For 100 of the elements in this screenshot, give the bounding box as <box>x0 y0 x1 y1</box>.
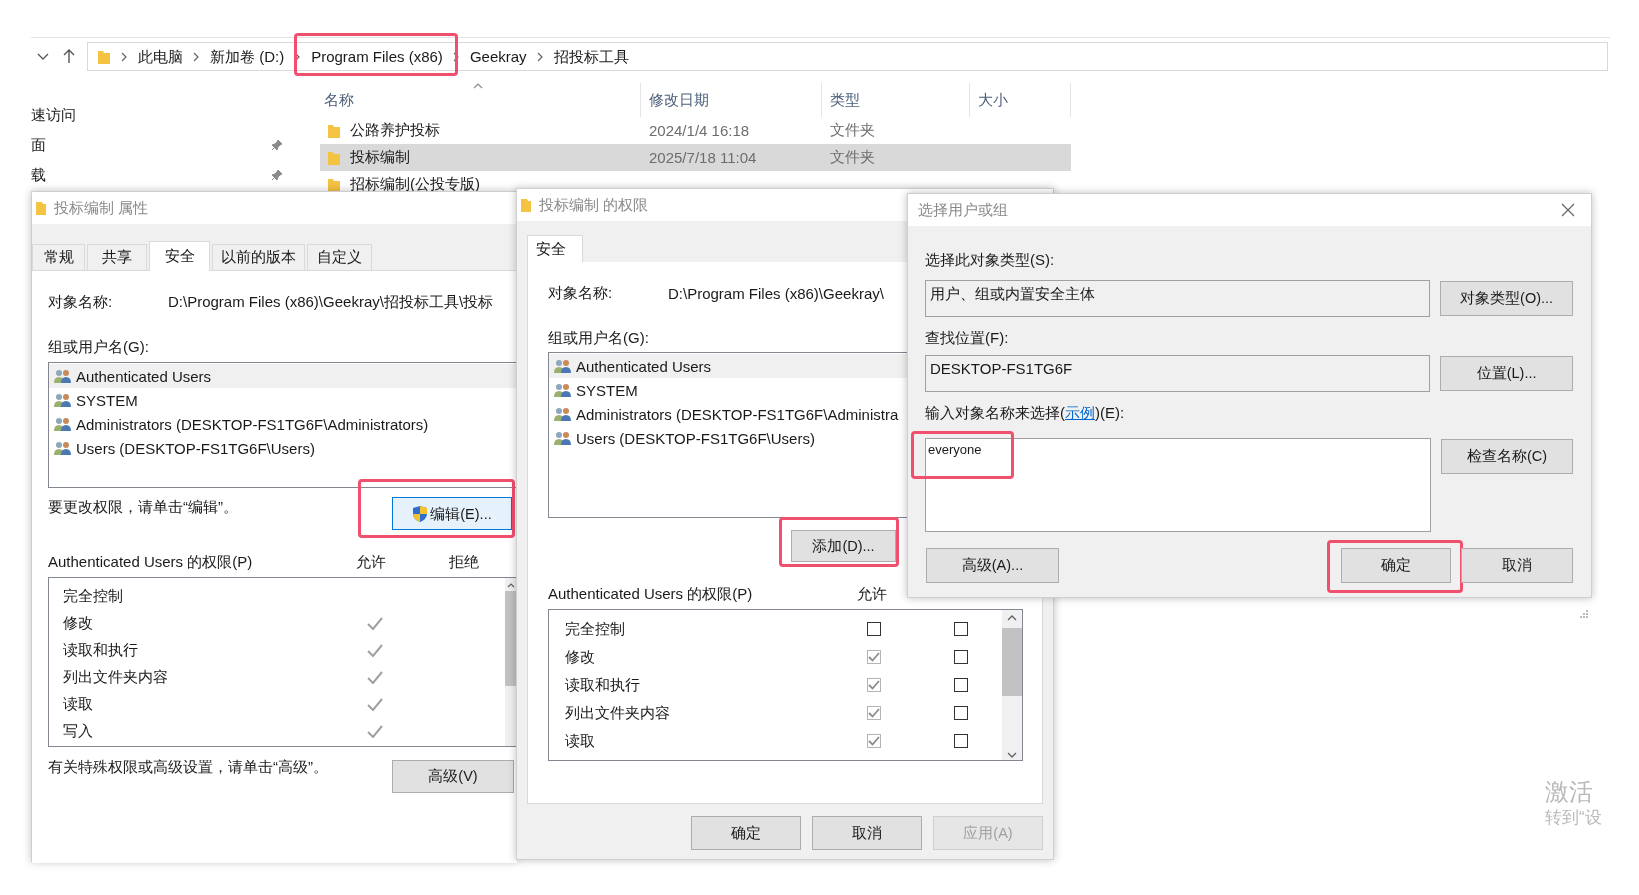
edit-button[interactable]: 编辑(E)... <box>392 497 512 530</box>
scroll-down-icon[interactable] <box>1007 752 1017 758</box>
checkbox[interactable] <box>954 678 968 692</box>
window-title: 投标编制 的权限 <box>539 195 649 215</box>
users-icon <box>54 368 72 384</box>
advanced-button[interactable]: 高级(A)... <box>926 548 1059 583</box>
scrollbar[interactable] <box>1002 610 1022 760</box>
folder-icon <box>521 197 531 213</box>
permission-name: 读取和执行 <box>565 675 641 695</box>
field-label: 对象名称: <box>548 283 614 303</box>
tab[interactable]: 共享 <box>87 244 147 270</box>
breadcrumb-item[interactable]: 此电脑 <box>138 46 183 67</box>
file-row[interactable]: 投标编制 2025/7/18 11:04 文件夹 <box>320 144 1071 171</box>
section-label: Authenticated Users 的权限(P) <box>48 552 254 572</box>
object-path: D:\Program Files (x86)\Geekray\ <box>668 284 884 302</box>
hint-text: 有关特殊权限或高级设置，请单击“高级”。 <box>48 758 328 777</box>
file-row[interactable]: 公路养护投标 2024/1/4 16:18 文件夹 <box>320 117 1071 144</box>
column-header[interactable]: 名称 <box>324 90 354 110</box>
tab[interactable]: 安全 <box>527 235 583 262</box>
scroll-up-icon[interactable] <box>507 583 515 588</box>
group-item[interactable]: SYSTEM <box>49 388 517 412</box>
tab[interactable]: 安全 <box>149 241 210 271</box>
location-button[interactable]: 位置(L)... <box>1440 356 1573 391</box>
permission-name: 读取 <box>63 695 94 714</box>
group-item[interactable]: Authenticated Users <box>49 364 517 388</box>
up-arrow-icon[interactable] <box>63 49 75 64</box>
column-header[interactable]: 大小 <box>978 90 1008 110</box>
location-field: DESKTOP-FS1TG6F <box>925 355 1431 392</box>
permission-name: 修改 <box>565 647 596 667</box>
users-icon <box>554 406 572 422</box>
checkbox[interactable] <box>954 622 968 636</box>
chevron-right-icon[interactable] <box>536 51 544 62</box>
file-date: 2024/1/4 16:18 <box>649 122 750 139</box>
permission-name: 读取和执行 <box>63 641 139 660</box>
users-icon <box>54 392 72 408</box>
checkbox[interactable] <box>954 650 968 664</box>
advanced-button[interactable]: 高级(V) <box>392 760 514 793</box>
tab[interactable]: 自定义 <box>307 244 372 270</box>
dialog-button[interactable]: 确定 <box>1341 548 1451 583</box>
scrollbar[interactable] <box>505 578 517 746</box>
users-icon <box>554 358 572 374</box>
users-icon <box>554 382 572 398</box>
file-date: 2025/7/18 11:04 <box>649 149 757 166</box>
chevron-down-icon[interactable] <box>37 52 49 61</box>
breadcrumb-item[interactable]: Program Files (x86) <box>311 46 443 67</box>
example-link[interactable]: 示例 <box>1065 403 1095 421</box>
group-item[interactable]: Users (DESKTOP-FS1TG6F\Users) <box>49 436 517 460</box>
window-title: 投标编制 属性 <box>54 198 149 218</box>
chevron-right-icon[interactable] <box>121 51 128 62</box>
permission-name: 读取 <box>565 731 596 751</box>
dialog-button[interactable]: 取消 <box>1461 548 1573 583</box>
sort-caret-icon <box>473 83 483 89</box>
permission-name: 完全控制 <box>565 619 626 639</box>
column-header[interactable]: 类型 <box>830 90 860 110</box>
checkbox[interactable] <box>954 734 968 748</box>
check-names-button[interactable]: 检查名称(C) <box>1441 439 1573 474</box>
group-item[interactable]: Administrators (DESKTOP-FS1TG6F\Administrators) <box>49 412 517 436</box>
object-path: D:\Program Files (x86)\Geekray\招投标工具\投标 <box>168 292 494 312</box>
activation-subtitle: 转到“设 <box>1545 807 1602 829</box>
breadcrumb-item[interactable]: Geekray <box>469 46 527 67</box>
dialog-button[interactable]: 确定 <box>691 816 801 850</box>
folder-icon <box>97 48 111 65</box>
column-header[interactable]: 修改日期 <box>649 90 709 110</box>
breadcrumb-item[interactable]: 新加卷 (D:) <box>210 46 285 67</box>
section-label: 组或用户名(G): <box>548 328 649 348</box>
nav-item[interactable]: 速访问 <box>31 105 76 125</box>
tab[interactable]: 常规 <box>32 244 85 270</box>
permission-name: 完全控制 <box>63 587 124 606</box>
users-icon <box>54 440 72 456</box>
dialog-button[interactable]: 取消 <box>812 816 922 850</box>
nav-item[interactable]: 面 <box>31 135 46 155</box>
checkbox[interactable] <box>867 622 881 636</box>
field-label: 输入对象名称来选择(示例)(E): <box>925 403 1125 423</box>
resize-grip-icon[interactable] <box>1579 609 1588 618</box>
column-header: 拒绝 <box>449 552 479 572</box>
hint-text: 要更改权限，请单击“编辑”。 <box>48 497 238 517</box>
column-header: 允许 <box>857 584 887 604</box>
object-types-button[interactable]: 对象类型(O)... <box>1440 281 1573 316</box>
file-type: 文件夹 <box>830 148 875 167</box>
section-label: 组或用户名(G): <box>48 337 149 357</box>
tab[interactable]: 以前的版本 <box>212 244 305 270</box>
breadcrumb-item[interactable]: 招投标工具 <box>553 46 629 67</box>
file-type: 文件夹 <box>830 121 875 140</box>
field-label: 查找位置(F): <box>925 328 1009 348</box>
field-label: 对象名称: <box>48 292 114 312</box>
add-button[interactable]: 添加(D)... <box>791 530 896 562</box>
column-header: 允许 <box>356 552 387 572</box>
chevron-right-icon[interactable] <box>193 51 200 62</box>
activation-title: 激活 <box>1545 777 1594 807</box>
checkbox[interactable] <box>954 706 968 720</box>
scroll-up-icon[interactable] <box>1007 615 1017 621</box>
window-title: 选择用户或组 <box>918 200 1008 220</box>
folder-icon <box>327 122 341 139</box>
folder-icon <box>327 149 341 166</box>
file-name: 公路养护投标 <box>350 121 440 140</box>
object-names-field[interactable]: everyone <box>925 438 1431 532</box>
file-name: 投标编制 <box>350 148 410 167</box>
permission-name: 列出文件夹内容 <box>63 668 169 687</box>
nav-item[interactable]: 载 <box>31 165 46 185</box>
close-icon[interactable] <box>1561 203 1575 217</box>
